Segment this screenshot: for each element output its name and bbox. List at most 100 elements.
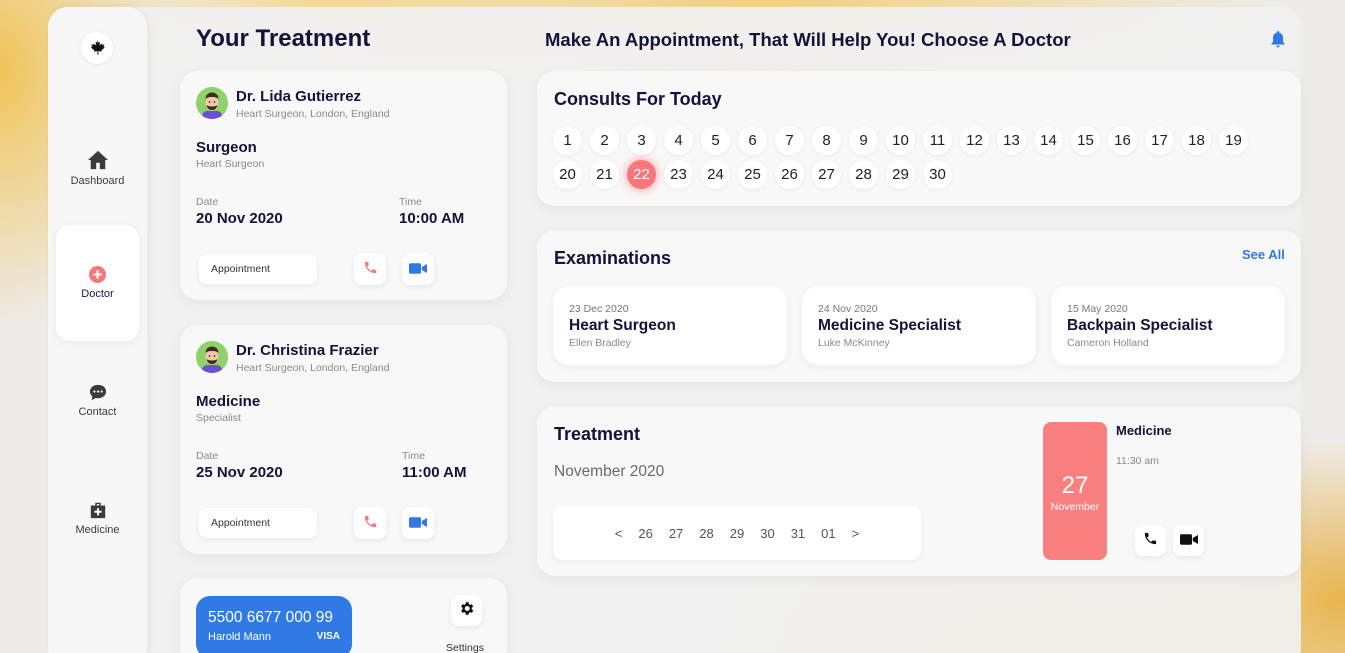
day-4[interactable]: 4	[664, 126, 693, 155]
strip-day[interactable]: 26	[638, 526, 652, 541]
doctor-location: Heart Surgeon, London, England	[236, 108, 390, 120]
strip-day[interactable]: 30	[760, 526, 774, 541]
exam-date: 15 May 2020	[1067, 303, 1128, 315]
exam-date: 23 Dec 2020	[569, 303, 629, 315]
bell-icon[interactable]	[1270, 31, 1286, 52]
examination-card[interactable]: 24 Nov 2020 Medicine Specialist Luke McK…	[802, 286, 1036, 365]
examinations-title: Examinations	[554, 248, 672, 268]
strip-day[interactable]: 31	[791, 526, 805, 541]
event-call-button[interactable]	[1135, 525, 1166, 556]
day-13[interactable]: 13	[997, 126, 1026, 155]
event-title: Medicine	[1116, 423, 1172, 438]
time-label: Time	[402, 450, 425, 462]
date-strip: < 26 27 28 29 30 31 01 >	[553, 506, 921, 560]
day-26[interactable]: 26	[775, 160, 804, 189]
day-1[interactable]: 1	[553, 126, 582, 155]
doctor-specialty: Surgeon	[196, 139, 257, 156]
phone-icon	[363, 514, 378, 533]
day-10[interactable]: 10	[886, 126, 915, 155]
doctor-card: Dr. Christina Frazier Heart Surgeon, Lon…	[180, 325, 507, 554]
exam-title: Heart Surgeon	[569, 317, 676, 334]
exam-date: 24 Nov 2020	[818, 303, 878, 315]
sidebar-item-doctor[interactable]: Doctor	[56, 225, 139, 341]
strip-day[interactable]: 28	[699, 526, 713, 541]
day-27[interactable]: 27	[812, 160, 841, 189]
doctor-name: Dr. Lida Gutierrez	[236, 88, 362, 105]
treatment-title: Treatment	[554, 424, 641, 444]
exam-title: Medicine Specialist	[818, 317, 961, 334]
credit-card[interactable]: 5500 6677 000 99 Harold Mann VISA	[196, 596, 352, 653]
sidebar-item-contact[interactable]: Contact	[56, 343, 139, 459]
video-call-button[interactable]	[402, 507, 434, 539]
sidebar-item-label: Contact	[78, 406, 117, 418]
appointment-time: 10:00 AM	[399, 210, 465, 227]
day-8[interactable]: 8	[812, 126, 841, 155]
next-arrow[interactable]: >	[852, 526, 860, 541]
examination-card[interactable]: 23 Dec 2020 Heart Surgeon Ellen Bradley	[553, 286, 787, 365]
exam-title: Backpain Specialist	[1067, 317, 1213, 334]
video-camera-icon	[409, 260, 427, 279]
header-title: Make An Appointment, That Will Help You!…	[545, 29, 1071, 50]
day-5[interactable]: 5	[701, 126, 730, 155]
strip-day[interactable]: 29	[730, 526, 744, 541]
event-month: November	[1050, 501, 1100, 513]
date-label: Date	[196, 196, 219, 208]
event-video-button[interactable]	[1173, 525, 1204, 556]
doctor-specialty-sub: Heart Surgeon	[196, 158, 265, 170]
exam-patient: Ellen Bradley	[569, 337, 631, 349]
day-7[interactable]: 7	[775, 126, 804, 155]
consults-panel: Consults For Today 1 2 3 4 5 6 7 8 9 10 11 12 13 14 15…	[537, 71, 1301, 206]
doctor-specialty-sub: Specialist	[196, 412, 241, 424]
day-14[interactable]: 14	[1034, 126, 1063, 155]
day-24[interactable]: 24	[701, 160, 730, 189]
day-11[interactable]: 11	[923, 126, 952, 155]
day-18[interactable]: 18	[1182, 126, 1211, 155]
day-23[interactable]: 23	[664, 160, 693, 189]
exam-patient: Luke McKinney	[818, 337, 890, 349]
sidebar-item-label: Medicine	[75, 523, 120, 536]
appointment-button[interactable]: Appointment	[199, 508, 317, 538]
day-15[interactable]: 15	[1071, 126, 1100, 155]
sidebar-item-medicine[interactable]: Medicine	[56, 460, 139, 576]
settings-label: Settings	[446, 642, 484, 653]
day-6[interactable]: 6	[738, 126, 767, 155]
day-17[interactable]: 17	[1145, 126, 1174, 155]
phone-icon	[1143, 531, 1158, 550]
sidebar-item-label: Dashboard	[70, 174, 125, 187]
chat-icon	[89, 384, 107, 401]
event-date-tile[interactable]: 27 November	[1043, 422, 1107, 560]
appointment-button[interactable]: Appointment	[199, 254, 317, 284]
day-16[interactable]: 16	[1108, 126, 1137, 155]
card-brand: VISA	[316, 631, 340, 642]
day-9[interactable]: 9	[849, 126, 878, 155]
examination-card[interactable]: 15 May 2020 Backpain Specialist Cameron …	[1051, 286, 1285, 365]
see-all-link[interactable]: See All	[1242, 247, 1285, 262]
prev-arrow[interactable]: <	[615, 526, 623, 541]
day-21[interactable]: 21	[590, 160, 619, 189]
call-button[interactable]	[354, 507, 386, 539]
gear-icon	[458, 600, 475, 621]
day-12[interactable]: 12	[960, 126, 989, 155]
day-22[interactable]: 22	[627, 160, 656, 189]
sidebar-item-label: Doctor	[81, 288, 114, 300]
day-19[interactable]: 19	[1219, 126, 1248, 155]
sidebar-item-dashboard[interactable]: Dashboard	[56, 110, 139, 226]
day-28[interactable]: 28	[849, 160, 878, 189]
day-2[interactable]: 2	[590, 126, 619, 155]
settings-button[interactable]	[451, 595, 482, 626]
first-aid-kit-icon	[89, 501, 107, 519]
day-20[interactable]: 20	[553, 160, 582, 189]
video-camera-icon	[409, 514, 427, 533]
day-30[interactable]: 30	[923, 160, 952, 189]
maple-leaf-icon[interactable]	[81, 32, 113, 64]
call-button[interactable]	[354, 253, 386, 285]
home-icon	[87, 150, 109, 170]
exam-patient: Cameron Holland	[1067, 337, 1149, 349]
day-3[interactable]: 3	[627, 126, 656, 155]
strip-day[interactable]: 01	[821, 526, 835, 541]
video-call-button[interactable]	[402, 253, 434, 285]
day-25[interactable]: 25	[738, 160, 767, 189]
strip-day[interactable]: 27	[669, 526, 683, 541]
time-label: Time	[399, 196, 422, 208]
day-29[interactable]: 29	[886, 160, 915, 189]
